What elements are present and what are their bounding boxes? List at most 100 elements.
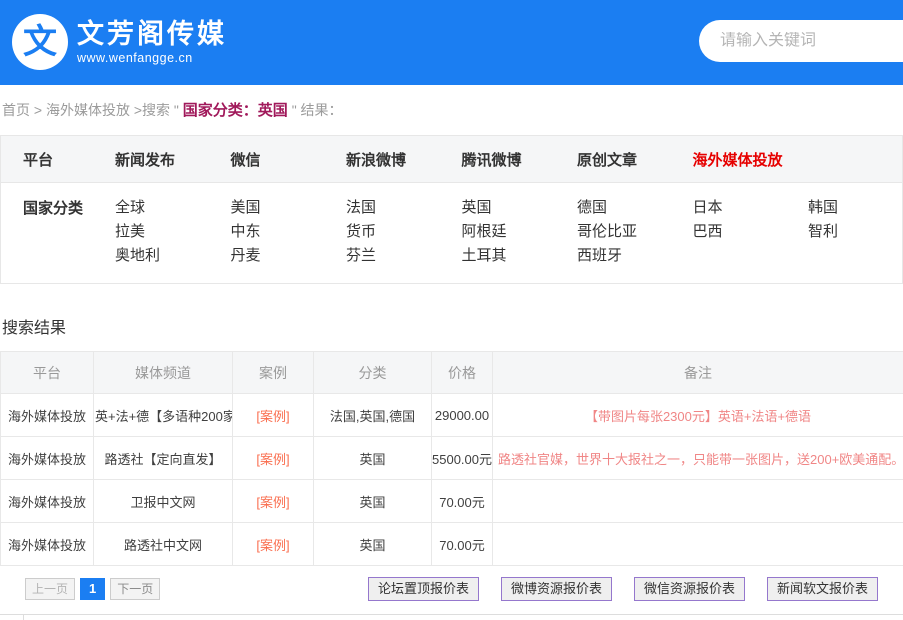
cell-channel: 路透社【定向直发】 xyxy=(94,437,233,480)
cell-remark: 【带图片每张2300元】英语+法语+德语 xyxy=(493,394,903,437)
filter-panel: 平台 新闻发布 微信 新浪微博 腾讯微博 原创文章 海外媒体投放 国家分类 全球… xyxy=(0,135,903,284)
cell-platform: 海外媒体投放 xyxy=(1,480,94,523)
breadcrumb-search-label: >搜索 " xyxy=(130,102,183,118)
cell-platform: 海外媒体投放 xyxy=(1,523,94,566)
country-link-denmark[interactable]: 丹麦 xyxy=(231,244,325,268)
breadcrumb-section-link[interactable]: 海外媒体投放 xyxy=(46,102,130,118)
cell-price: 70.00元 xyxy=(432,523,493,566)
country-column: 法国 货币 芬兰 xyxy=(324,196,440,268)
country-column: 日本 巴西 xyxy=(671,196,787,268)
cell-price: 5500.00元 xyxy=(432,437,493,480)
country-link-colombia[interactable]: 哥伦比亚 xyxy=(577,220,671,244)
cell-channel: 路透社中文网 xyxy=(94,523,233,566)
platform-nav-label: 平台 xyxy=(1,149,93,170)
cell-category: 英国 xyxy=(314,437,432,480)
col-header-category: 分类 xyxy=(314,352,432,394)
nav-item-news[interactable]: 新闻发布 xyxy=(93,149,209,170)
country-link-mideast[interactable]: 中东 xyxy=(231,220,325,244)
country-link-brazil[interactable]: 巴西 xyxy=(693,220,787,244)
brand-logo-icon: 文 xyxy=(12,14,68,70)
country-link-austria[interactable]: 奥地利 xyxy=(115,244,209,268)
logo-glyph: 文 xyxy=(23,25,57,59)
country-link-latam[interactable]: 拉美 xyxy=(115,220,209,244)
header: 文 文芳阁传媒 www.wenfangge.cn xyxy=(0,0,903,85)
country-column: 德国 哥伦比亚 西班牙 xyxy=(555,196,671,268)
cell-remark: 路透社官媒，世界十大报社之一，只能带一张图片，送200+欧美通配。... xyxy=(493,437,903,480)
breadcrumb-separator: > xyxy=(30,102,46,118)
col-header-price: 价格 xyxy=(432,352,493,394)
footer-divider xyxy=(0,614,903,620)
country-link-global[interactable]: 全球 xyxy=(115,196,209,220)
country-link-argentina[interactable]: 阿根廷 xyxy=(462,220,556,244)
results-section-title: 搜索结果 xyxy=(0,314,903,338)
cell-price: 29000.00 xyxy=(432,394,493,437)
nav-item-original-article[interactable]: 原创文章 xyxy=(555,149,671,170)
cell-platform: 海外媒体投放 xyxy=(1,394,94,437)
forum-top-price-button[interactable]: 论坛置顶报价表 xyxy=(368,577,479,601)
cell-category: 英国 xyxy=(314,523,432,566)
footer-edge xyxy=(23,615,24,620)
table-row: 海外媒体投放 卫报中文网 [案例] 英国 70.00元 xyxy=(1,480,903,523)
cell-category: 法国,英国,德国 xyxy=(314,394,432,437)
price-list-buttons: 论坛置顶报价表 微博资源报价表 微信资源报价表 新闻软文报价表 xyxy=(346,577,878,601)
table-row: 海外媒体投放 路透社【定向直发】 [案例] 英国 5500.00元 路透社官媒，… xyxy=(1,437,903,480)
cell-case: [案例] xyxy=(233,523,314,566)
table-row: 海外媒体投放 英+法+德【多语种200家】 [案例] 法国,英国,德国 2900… xyxy=(1,394,903,437)
results-table: 平台 媒体频道 案例 分类 价格 备注 海外媒体投放 英+法+德【多语种200家… xyxy=(0,351,903,566)
cell-price: 70.00元 xyxy=(432,480,493,523)
col-header-remark: 备注 xyxy=(493,352,903,394)
nav-item-sina-weibo[interactable]: 新浪微博 xyxy=(324,149,440,170)
breadcrumb-result-label: " 结果： xyxy=(288,102,343,118)
country-link-usa[interactable]: 美国 xyxy=(231,196,325,220)
cell-channel: 英+法+德【多语种200家】 xyxy=(94,394,233,437)
country-link-finland[interactable]: 芬兰 xyxy=(346,244,440,268)
case-link[interactable]: [案例] xyxy=(256,409,289,424)
country-column: 美国 中东 丹麦 xyxy=(209,196,325,268)
country-link-korea[interactable]: 韩国 xyxy=(808,196,902,220)
country-link-chile[interactable]: 智利 xyxy=(808,220,902,244)
search-input[interactable] xyxy=(720,32,890,50)
country-link-currency[interactable]: 货币 xyxy=(346,220,440,244)
prev-page-button[interactable]: 上一页 xyxy=(25,578,75,600)
country-column: 全球 拉美 奥地利 xyxy=(93,196,209,268)
col-header-case: 案例 xyxy=(233,352,314,394)
cell-case: [案例] xyxy=(233,437,314,480)
country-filter-row: 国家分类 全球 拉美 奥地利 美国 中东 丹麦 法国 货币 芬兰 英国 阿根廷 … xyxy=(1,183,902,283)
case-link[interactable]: [案例] xyxy=(256,495,289,510)
country-link-turkey[interactable]: 土耳其 xyxy=(462,244,556,268)
pagination: 上一页 1 下一页 xyxy=(25,578,165,600)
results-header-row: 平台 媒体频道 案例 分类 价格 备注 xyxy=(1,352,903,394)
breadcrumb-query-highlight: 国家分类：英国 xyxy=(183,102,288,119)
cell-platform: 海外媒体投放 xyxy=(1,437,94,480)
country-link-uk[interactable]: 英国 xyxy=(462,196,556,220)
country-link-france[interactable]: 法国 xyxy=(346,196,440,220)
cell-remark xyxy=(493,523,903,566)
table-row: 海外媒体投放 路透社中文网 [案例] 英国 70.00元 xyxy=(1,523,903,566)
breadcrumb: 首页 > 海外媒体投放 >搜索 " 国家分类：英国 " 结果： xyxy=(0,85,903,135)
cell-channel: 卫报中文网 xyxy=(94,480,233,523)
country-link-japan[interactable]: 日本 xyxy=(693,196,787,220)
cell-category: 英国 xyxy=(314,480,432,523)
current-page-indicator: 1 xyxy=(80,578,105,600)
col-header-channel: 媒体频道 xyxy=(94,352,233,394)
wechat-resource-price-button[interactable]: 微信资源报价表 xyxy=(634,577,745,601)
case-link[interactable]: [案例] xyxy=(256,538,289,553)
nav-item-overseas-media-active[interactable]: 海外媒体投放 xyxy=(671,149,787,170)
country-column: 英国 阿根廷 土耳其 xyxy=(440,196,556,268)
weibo-resource-price-button[interactable]: 微博资源报价表 xyxy=(501,577,612,601)
news-article-price-button[interactable]: 新闻软文报价表 xyxy=(767,577,878,601)
breadcrumb-home-link[interactable]: 首页 xyxy=(2,102,30,118)
brand-url: www.wenfangge.cn xyxy=(77,51,227,65)
cell-case: [案例] xyxy=(233,394,314,437)
case-link[interactable]: [案例] xyxy=(256,452,289,467)
nav-item-tencent-weibo[interactable]: 腾讯微博 xyxy=(440,149,556,170)
nav-item-wechat[interactable]: 微信 xyxy=(209,149,325,170)
country-link-germany[interactable]: 德国 xyxy=(577,196,671,220)
country-link-spain[interactable]: 西班牙 xyxy=(577,244,671,268)
bottom-bar: 上一页 1 下一页 论坛置顶报价表 微博资源报价表 微信资源报价表 新闻软文报价… xyxy=(0,577,903,601)
cell-remark xyxy=(493,480,903,523)
cell-case: [案例] xyxy=(233,480,314,523)
country-filter-label: 国家分类 xyxy=(1,196,93,268)
search-box xyxy=(699,20,903,62)
next-page-button[interactable]: 下一页 xyxy=(110,578,160,600)
